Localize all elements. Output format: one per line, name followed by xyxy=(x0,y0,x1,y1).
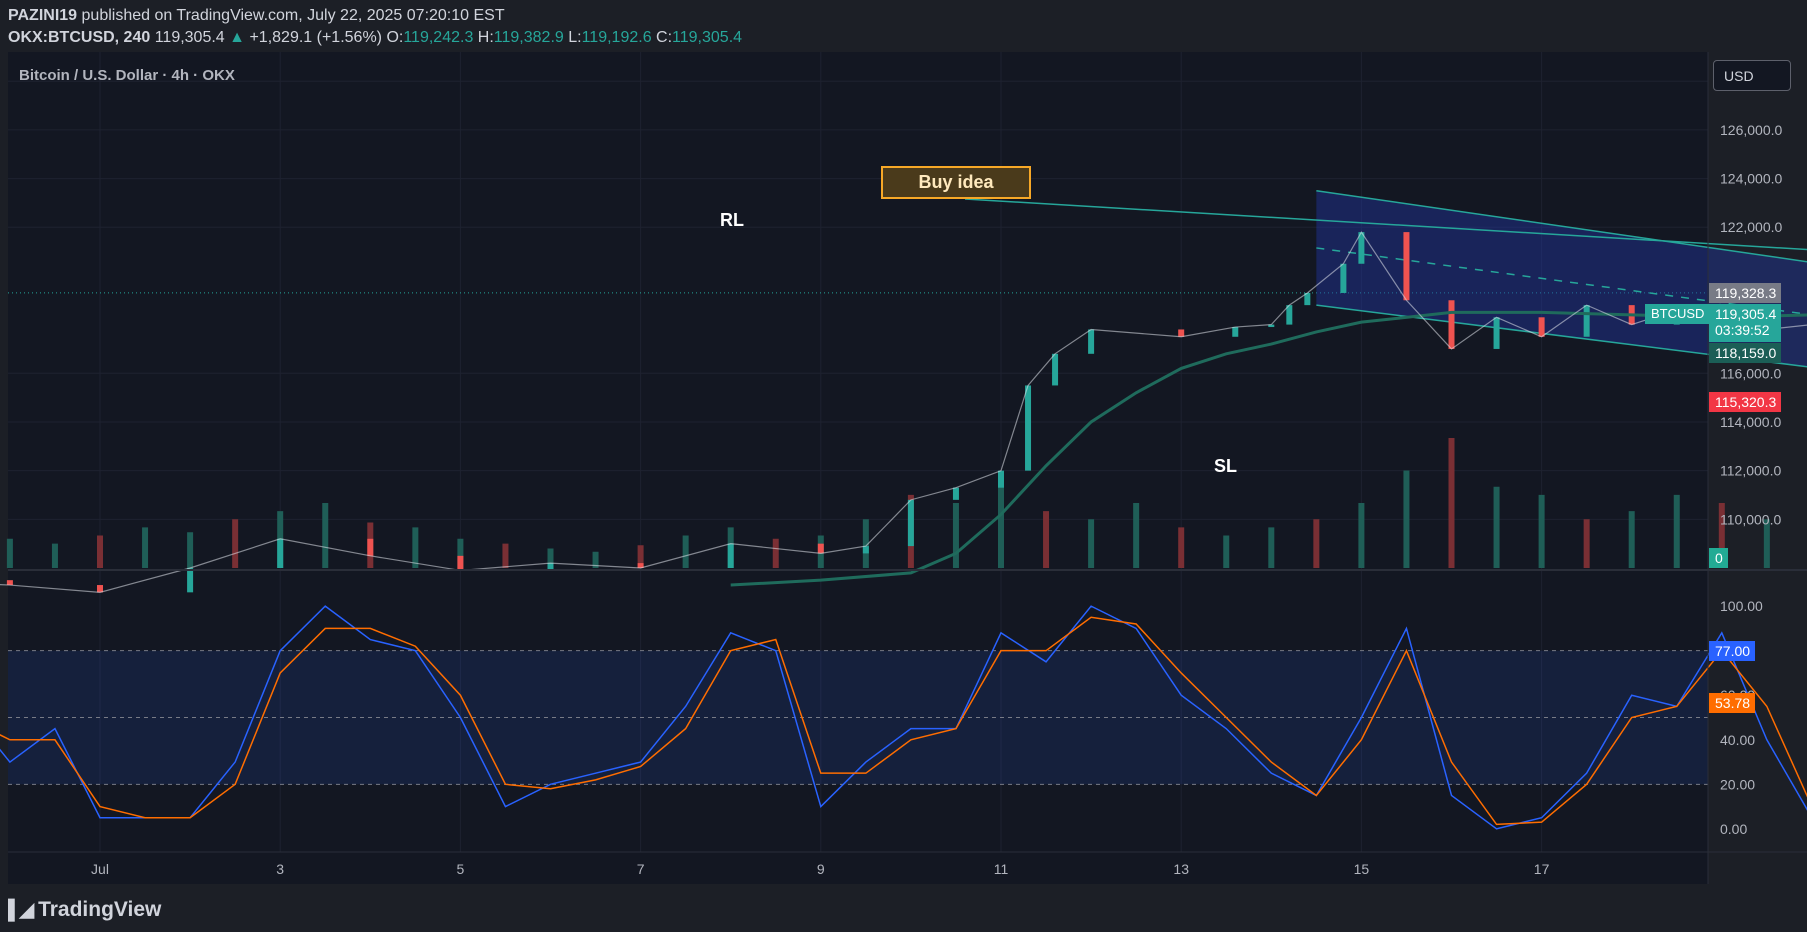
volume-bar xyxy=(1493,486,1500,568)
volume-bar xyxy=(502,543,509,568)
volume-bar xyxy=(772,538,779,568)
oscillator-tick-label: 20.00 xyxy=(1720,776,1755,792)
volume-bar xyxy=(1178,527,1185,568)
time-tick-label: 17 xyxy=(1534,861,1550,877)
candle xyxy=(367,538,374,556)
volume-bar xyxy=(1403,470,1410,568)
tv-logo-icon: ▌◢ xyxy=(8,900,34,921)
volume-bar xyxy=(952,503,959,568)
candle xyxy=(1232,327,1239,337)
price-tick-label: 110,000.0 xyxy=(1720,511,1781,527)
candle xyxy=(862,546,869,554)
sl-label: SL xyxy=(1214,456,1238,476)
candle xyxy=(907,499,914,547)
stop-price-tag: 115,320.3 xyxy=(1709,392,1782,412)
lower-price-tag: 118,159.0 xyxy=(1709,343,1782,363)
candle xyxy=(187,568,194,593)
volume-tag: 0 xyxy=(1709,548,1728,568)
price-tick-label: 116,000.0 xyxy=(1720,365,1781,381)
time-tick-label: 15 xyxy=(1354,861,1370,877)
volume-bar xyxy=(6,538,13,568)
volume-bar xyxy=(1448,438,1455,568)
buy-idea-callout[interactable]: Buy idea xyxy=(881,166,1031,199)
volume-bar xyxy=(1583,519,1590,568)
volume-bar xyxy=(1313,519,1320,568)
candle xyxy=(1052,353,1059,386)
candle xyxy=(727,543,734,568)
time-tick-label: 7 xyxy=(637,861,645,877)
footer xyxy=(0,884,1807,932)
volume-bar xyxy=(51,543,58,568)
volume-bar xyxy=(998,478,1004,568)
volume-bar xyxy=(187,532,194,568)
oscillator-tick-label: 100.00 xyxy=(1720,598,1763,614)
k-line-tag: 77.00 xyxy=(1709,641,1756,661)
volume-bar xyxy=(1358,503,1365,568)
time-tick-label: 9 xyxy=(817,861,825,877)
price-tick-label: 126,000.0 xyxy=(1720,122,1782,138)
current-price-value: 119,305.4 xyxy=(1715,306,1777,322)
chart-canvas[interactable]: 128,000.0126,000.0124,000.0122,000.0116,… xyxy=(0,0,1807,884)
candle xyxy=(1583,305,1590,337)
symbol-price-tag: BTCUSD xyxy=(1645,304,1710,324)
volume-bar xyxy=(322,503,329,568)
time-tick-label: 11 xyxy=(994,861,1009,877)
volume-bar xyxy=(97,535,103,568)
price-tick-label: 112,000.0 xyxy=(1720,463,1781,479)
time-tick-label: 3 xyxy=(276,861,284,877)
price-tick-label: 122,000.0 xyxy=(1720,219,1782,235)
price-tick-label: 114,000.0 xyxy=(1720,414,1781,430)
time-tick-label: 5 xyxy=(457,861,465,877)
volume-bar xyxy=(682,535,689,568)
pair-label: Bitcoin / U.S. Dollar · 4h · OKX xyxy=(19,67,235,84)
candle xyxy=(6,580,13,586)
tradingview-logo[interactable]: ▌◢ TradingView xyxy=(8,898,161,922)
candle xyxy=(1340,263,1347,293)
brand-name: TradingView xyxy=(38,898,162,921)
candle xyxy=(1403,232,1410,301)
rl-label: RL xyxy=(720,210,744,230)
candle xyxy=(1025,385,1032,471)
candle xyxy=(1088,329,1095,354)
volume-bar xyxy=(412,527,419,568)
candle xyxy=(1538,317,1545,337)
candle xyxy=(998,470,1004,488)
time-tick-label: Jul xyxy=(91,861,109,877)
candle-countdown: 03:39:52 xyxy=(1715,322,1770,338)
candle xyxy=(1178,329,1185,337)
candle xyxy=(457,555,464,571)
currency-button[interactable]: USD xyxy=(1713,60,1791,91)
volume-bar xyxy=(232,519,239,568)
volume-bar xyxy=(1133,503,1140,568)
candle xyxy=(1493,317,1500,349)
oscillator-tick-label: 0.00 xyxy=(1720,821,1747,837)
volume-bar xyxy=(1268,527,1275,568)
candle xyxy=(952,487,959,500)
upper-price-tag: 119,328.3 xyxy=(1709,283,1782,303)
volume-bar xyxy=(1538,494,1545,568)
candle xyxy=(817,543,824,554)
volume-bar xyxy=(142,527,149,568)
volume-bar xyxy=(1088,519,1095,568)
current-price-tag: 119,305.4 03:39:52 xyxy=(1709,304,1782,342)
time-tick-label: 13 xyxy=(1173,861,1189,877)
volume-bar xyxy=(1043,511,1050,568)
volume-bar xyxy=(1673,494,1680,568)
d-line-tag: 53.78 xyxy=(1709,693,1756,713)
volume-bar xyxy=(1628,511,1635,568)
price-tick-label: 124,000.0 xyxy=(1720,171,1782,187)
oscillator-tick-label: 40.00 xyxy=(1720,732,1755,748)
candle xyxy=(1448,300,1455,349)
volume-bar xyxy=(1223,535,1230,568)
candle xyxy=(277,538,284,568)
